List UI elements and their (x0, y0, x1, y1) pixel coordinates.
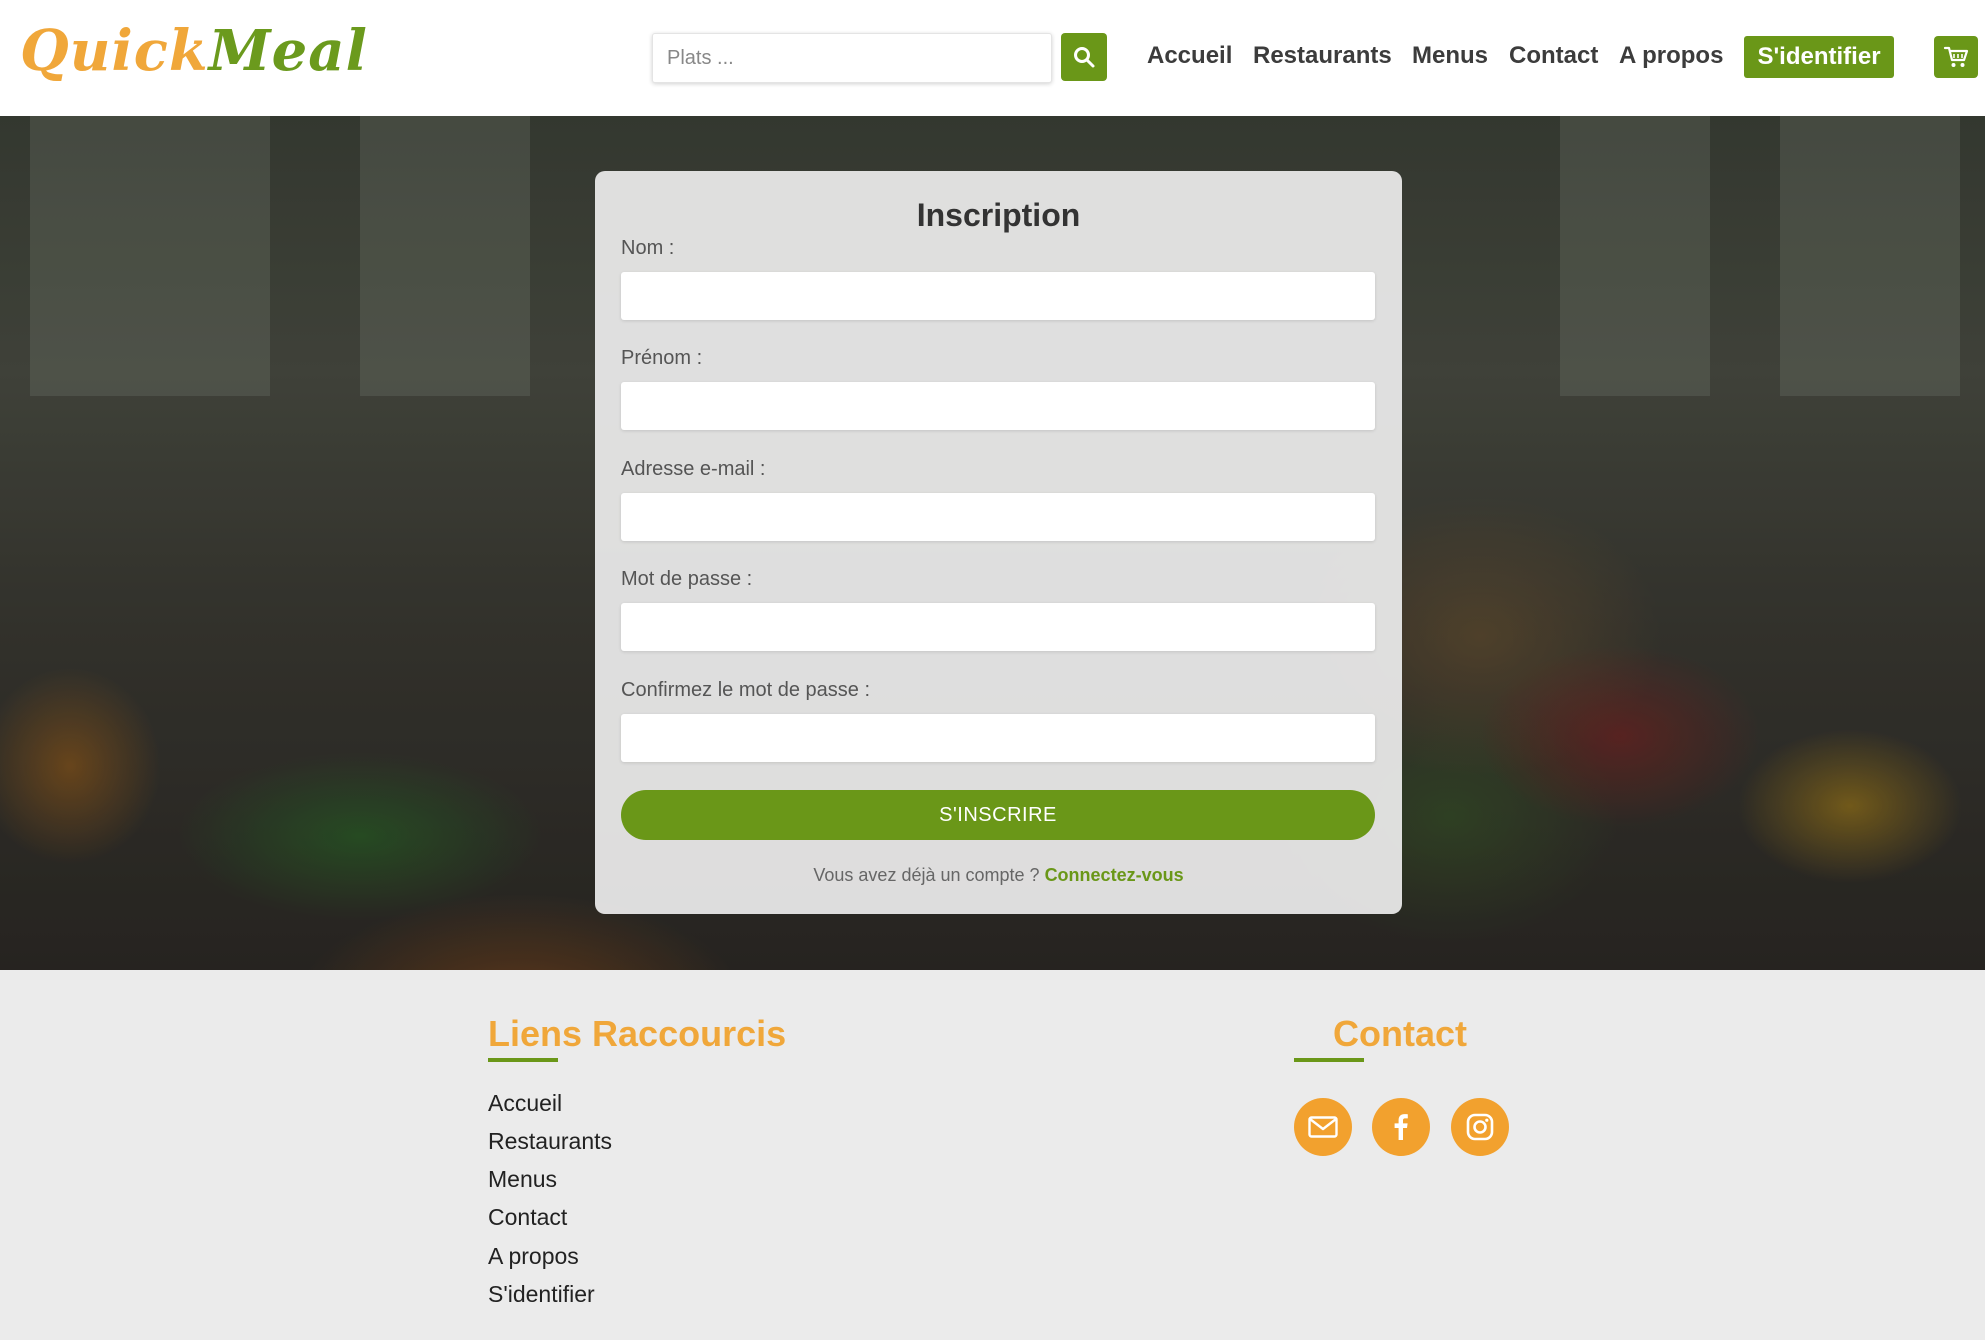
nom-label: Nom : (621, 237, 675, 259)
search-icon (1074, 47, 1095, 68)
form-title: Inscription (916, 197, 1081, 233)
site-header: QuickMeal Accueil Restaurants Menus Cont… (0, 0, 1985, 116)
footer-link-contact[interactable]: Contact (488, 1204, 567, 1231)
instagram-button[interactable] (1451, 1098, 1509, 1156)
nom-field[interactable] (621, 272, 1375, 320)
password-label: Mot de passe : (621, 568, 753, 590)
facebook-button[interactable] (1372, 1098, 1430, 1156)
nav-restaurants[interactable]: Restaurants (1253, 42, 1392, 70)
nav-a-propos[interactable]: A propos (1619, 42, 1723, 70)
site-footer: Liens Raccourcis Accueil Restaurants Men… (0, 970, 1985, 1340)
footer-link-menus[interactable]: Menus (488, 1166, 557, 1193)
mail-button[interactable] (1294, 1098, 1352, 1156)
footer-link-accueil[interactable]: Accueil (488, 1090, 562, 1117)
email-label: Adresse e-mail : (621, 458, 766, 480)
footer-link-a-propos[interactable]: A propos (488, 1243, 579, 1270)
links-heading: Liens Raccourcis (488, 1013, 787, 1054)
cart-button[interactable] (1934, 36, 1978, 78)
signup-button[interactable]: S'INSCRIRE (621, 790, 1375, 840)
search-input[interactable] (653, 34, 1051, 82)
mail-icon (1308, 1116, 1338, 1138)
login-prompt-text: Vous avez déjà un compte ? (813, 865, 1040, 885)
login-link[interactable]: Connectez-vous (1045, 865, 1184, 885)
nav-contact[interactable]: Contact (1509, 42, 1598, 70)
prenom-field[interactable] (621, 382, 1375, 430)
cart-icon (1943, 46, 1969, 67)
confirm-password-field[interactable] (621, 714, 1375, 762)
facebook-icon (1394, 1114, 1408, 1140)
password-field[interactable] (621, 603, 1375, 651)
search-box (652, 33, 1052, 83)
search-button[interactable] (1061, 33, 1107, 81)
nav-menus[interactable]: Menus (1412, 42, 1488, 70)
nav-accueil[interactable]: Accueil (1147, 42, 1232, 70)
prenom-label: Prénom : (621, 347, 703, 369)
footer-link-sidentifier[interactable]: S'identifier (488, 1281, 595, 1308)
login-button[interactable]: S'identifier (1744, 36, 1894, 78)
logo-meal: Meal (208, 18, 368, 84)
confirm-password-label: Confirmez le mot de passe : (621, 679, 870, 701)
login-prompt: Vous avez déjà un compte ? Connectez-vou… (595, 865, 1402, 886)
footer-link-restaurants[interactable]: Restaurants (488, 1128, 612, 1155)
logo-quick: Quick (20, 18, 209, 84)
site-logo[interactable]: QuickMeal (20, 18, 368, 84)
links-heading-underline (488, 1058, 558, 1062)
hero-background: Inscription Nom : Prénom : Adresse e-mai… (0, 116, 1985, 970)
signup-card: Inscription Nom : Prénom : Adresse e-mai… (595, 171, 1402, 914)
email-field[interactable] (621, 493, 1375, 541)
contact-heading-underline (1294, 1058, 1364, 1062)
instagram-icon (1466, 1113, 1494, 1141)
contact-heading: Contact (1333, 1013, 1467, 1054)
